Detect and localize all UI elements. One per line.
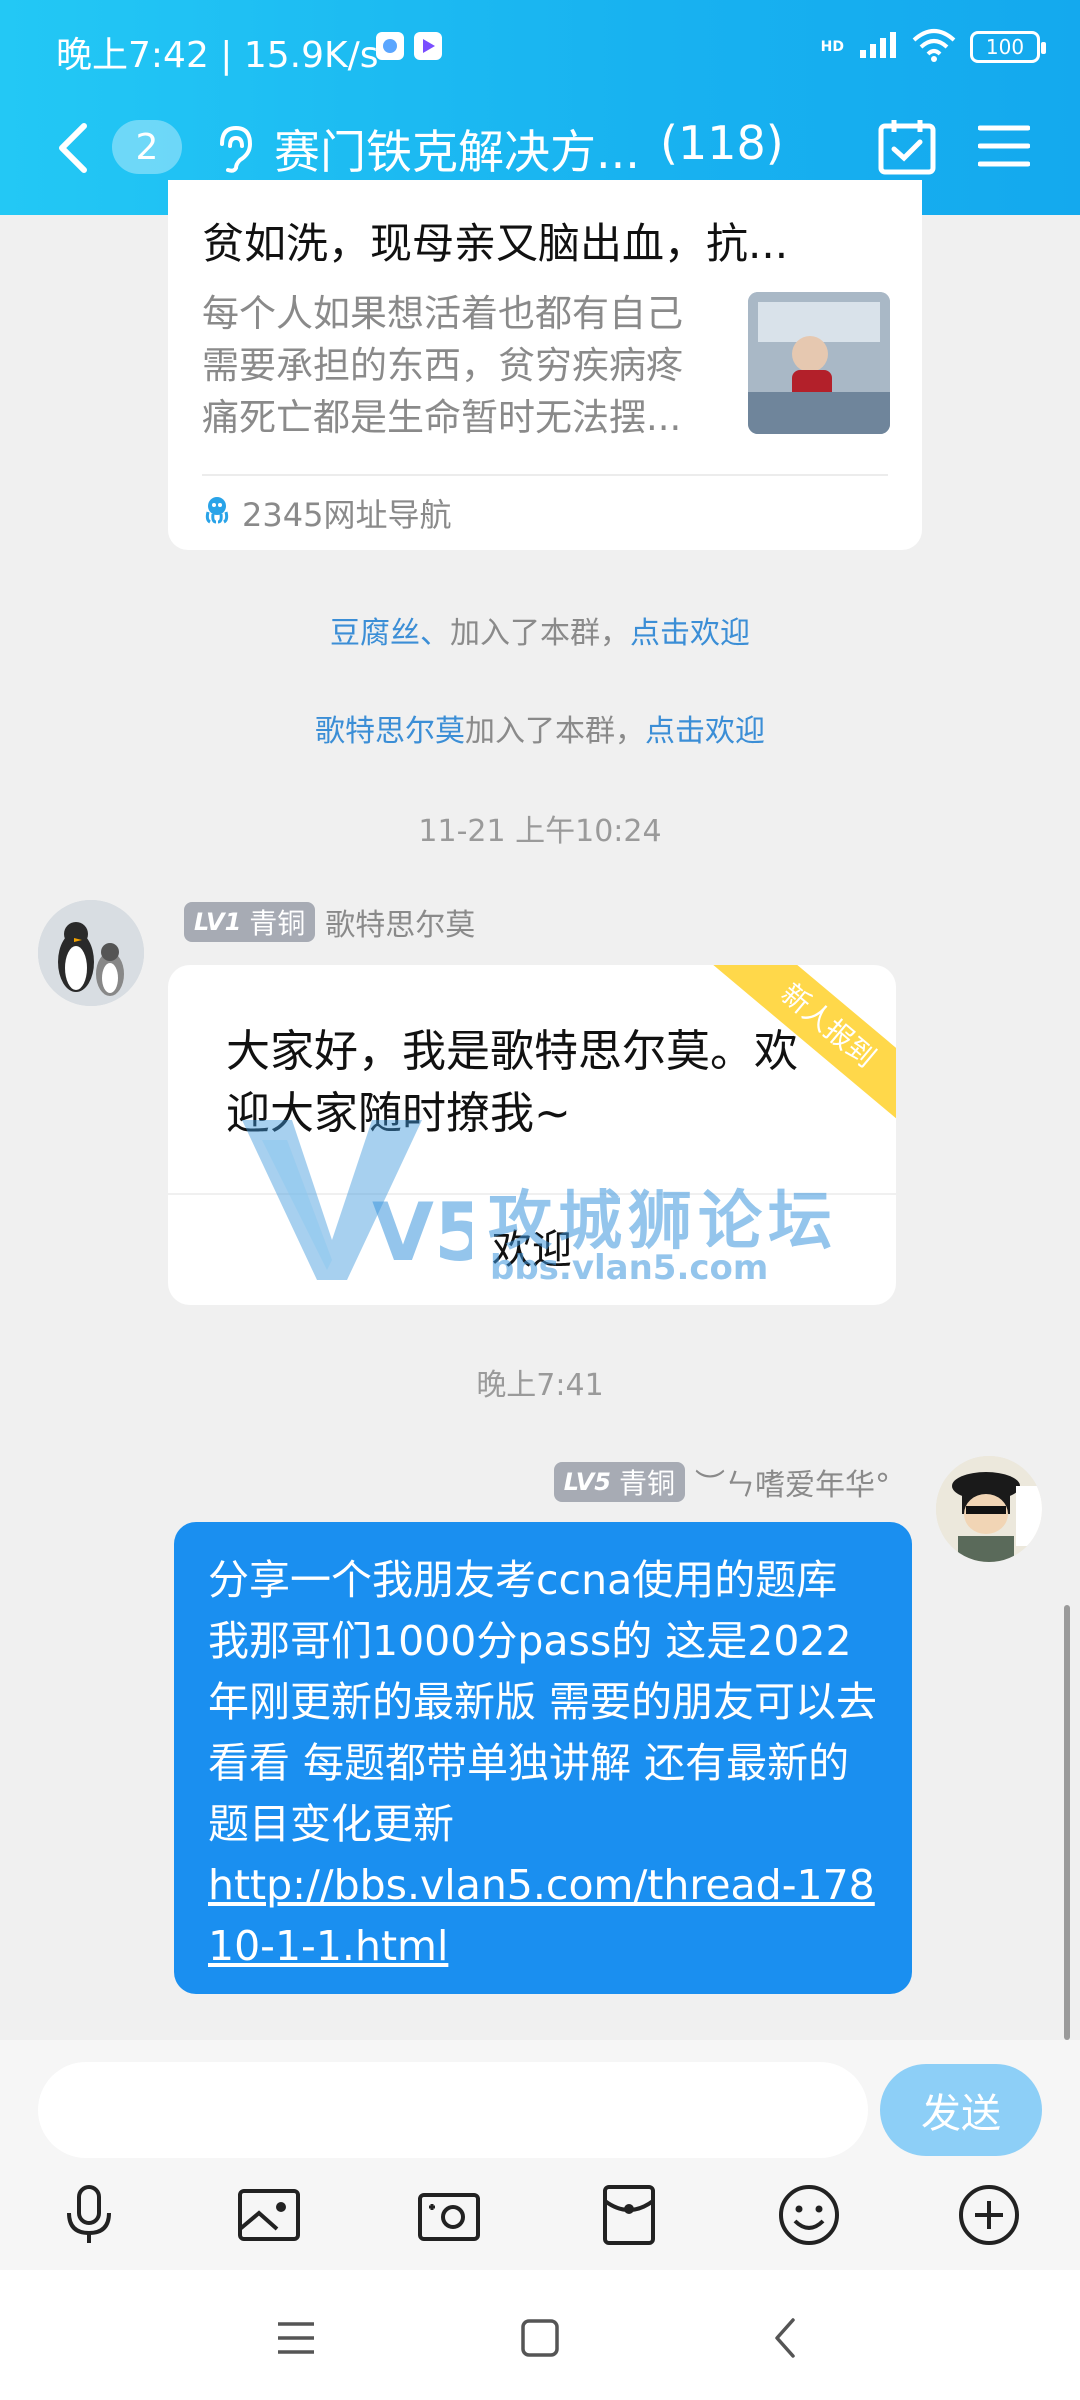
camera-icon <box>418 2193 480 2241</box>
join-text: 加入了本群， <box>465 714 645 749</box>
status-time-speed: 晚上7:42 | 15.9K/s <box>56 35 379 76</box>
send-button[interactable]: 发送 <box>880 2064 1042 2156</box>
joined-user-name[interactable]: 歌特思尔莫 <box>315 714 465 749</box>
image-icon <box>238 2189 300 2241</box>
back-nav-button[interactable] <box>756 2308 816 2368</box>
chevron-left-icon <box>59 123 87 173</box>
plus-icon <box>959 2185 1019 2245</box>
my-message-text: 分享一个我朋友考ccna使用的题库 我那哥们1000分pass的 这是2022年… <box>208 1556 878 1848</box>
hd-label: HD <box>820 39 844 55</box>
member-count[interactable]: (118) <box>660 116 784 170</box>
octopus-logo-icon <box>202 494 232 532</box>
penguin-avatar-icon <box>38 900 144 1006</box>
microphone-icon <box>67 2185 111 2243</box>
chat-scrollbar[interactable] <box>1064 1605 1070 2040</box>
message-input[interactable] <box>38 2062 868 2158</box>
sender-info: LV1 青铜 歌特思尔莫 <box>184 900 475 944</box>
wifi-icon <box>912 28 956 66</box>
signal-icon <box>858 30 898 64</box>
input-area: 发送 <box>0 2040 1080 2270</box>
divider <box>168 1193 896 1195</box>
sender-name[interactable]: 歌特思尔莫 <box>325 900 475 944</box>
app-notification-icon <box>376 32 404 60</box>
level-badge: LV1 青铜 <box>184 902 316 942</box>
click-welcome-link[interactable]: 点击欢迎 <box>645 714 765 749</box>
emoji-button[interactable] <box>774 2180 844 2250</box>
shared-link-description: 每个人如果想活着也都有自己需要承担的东西，贫穷疾病疼痛死亡都是生命暂时无法摆..… <box>202 292 683 439</box>
sender-name[interactable]: ︶ㄣ嗜爱年华° <box>695 1460 890 1504</box>
message-timestamp: 晚上7:41 <box>476 1368 604 1403</box>
status-bar: 晚上7:42 | 15.9K/s HD 100 <box>0 20 1080 80</box>
photo-button[interactable] <box>234 2180 304 2250</box>
newcomer-welcome-card[interactable]: 新人报到 大家好，我是歌特思尔莫。欢迎大家随时撩我~ 欢迎 <box>168 965 896 1305</box>
voice-button[interactable] <box>54 2180 124 2250</box>
shared-link-thumbnail <box>748 292 890 434</box>
unread-badge[interactable]: 2 <box>112 120 182 174</box>
click-welcome-link[interactable]: 点击欢迎 <box>630 616 750 651</box>
divider <box>202 474 888 476</box>
status-right: HD 100 <box>820 28 1046 66</box>
avatar[interactable] <box>38 900 144 1006</box>
shared-link-card[interactable]: 贫如洗，现母亲又脑出血，抗... 每个人如果想活着也都有自己需要承担的东西，贫穷… <box>168 180 922 550</box>
shared-link-source-label: 2345网址导航 <box>242 496 452 534</box>
camera-button[interactable] <box>414 2180 484 2250</box>
chevron-left-icon <box>775 2318 795 2358</box>
my-message-bubble[interactable]: 分享一个我朋友考ccna使用的题库 我那哥们1000分pass的 这是2022年… <box>174 1522 912 1994</box>
back-button[interactable] <box>50 118 100 178</box>
joined-user-name[interactable]: 豆腐丝、 <box>330 616 450 651</box>
welcome-message-text: 大家好，我是歌特思尔莫。欢迎大家随时撩我~ <box>226 1026 798 1139</box>
video-app-icon <box>414 32 442 60</box>
level-badge: LV5 青铜 <box>553 1462 685 1502</box>
message-timestamp: 11-21 上午10:24 <box>418 814 662 849</box>
rank-label: 青铜 <box>618 1467 675 1500</box>
battery-icon: 100 <box>970 31 1046 63</box>
recents-button[interactable] <box>266 2308 326 2368</box>
my-avatar[interactable] <box>936 1456 1042 1562</box>
welcome-button[interactable]: 欢迎 <box>168 1217 896 1275</box>
red-packet-icon <box>603 2185 655 2245</box>
calendar-button[interactable] <box>876 116 938 178</box>
join-text: 加入了本群， <box>450 616 630 651</box>
shared-link-title: 贫如洗，现母亲又脑出血，抗... <box>202 219 789 268</box>
cartoon-avatar-icon <box>936 1456 1042 1562</box>
notification-icons <box>376 32 442 60</box>
join-notice: 歌特思尔莫加入了本群，点击欢迎 <box>0 706 1080 750</box>
level-label: LV5 <box>563 1468 611 1496</box>
level-label: LV1 <box>194 908 242 936</box>
input-toolbar <box>0 2180 1080 2260</box>
red-packet-button[interactable] <box>594 2180 664 2250</box>
calendar-check-icon <box>878 120 936 175</box>
title-bar: 2 赛门铁克解决方... (118) <box>0 110 1080 190</box>
system-nav-bar <box>0 2270 1080 2400</box>
ear-icon[interactable] <box>212 124 254 174</box>
menu-lines-icon <box>278 2322 314 2354</box>
chat-title[interactable]: 赛门铁克解决方... <box>274 116 640 182</box>
rank-label: 青铜 <box>249 907 306 940</box>
emoji-icon <box>779 2185 839 2245</box>
message-link[interactable]: http://bbs.vlan5.com/thread-17810-1-1.ht… <box>208 1861 875 1970</box>
more-button[interactable] <box>954 2180 1024 2250</box>
menu-button[interactable] <box>977 122 1031 170</box>
square-home-icon <box>521 2319 559 2357</box>
my-sender-info: LV5 青铜 ︶ㄣ嗜爱年华° <box>553 1460 890 1504</box>
hamburger-menu-icon <box>977 125 1031 167</box>
home-button[interactable] <box>510 2308 570 2368</box>
join-notice: 豆腐丝、加入了本群，点击欢迎 <box>0 608 1080 652</box>
shared-link-source: 2345网址导航 <box>202 490 451 536</box>
